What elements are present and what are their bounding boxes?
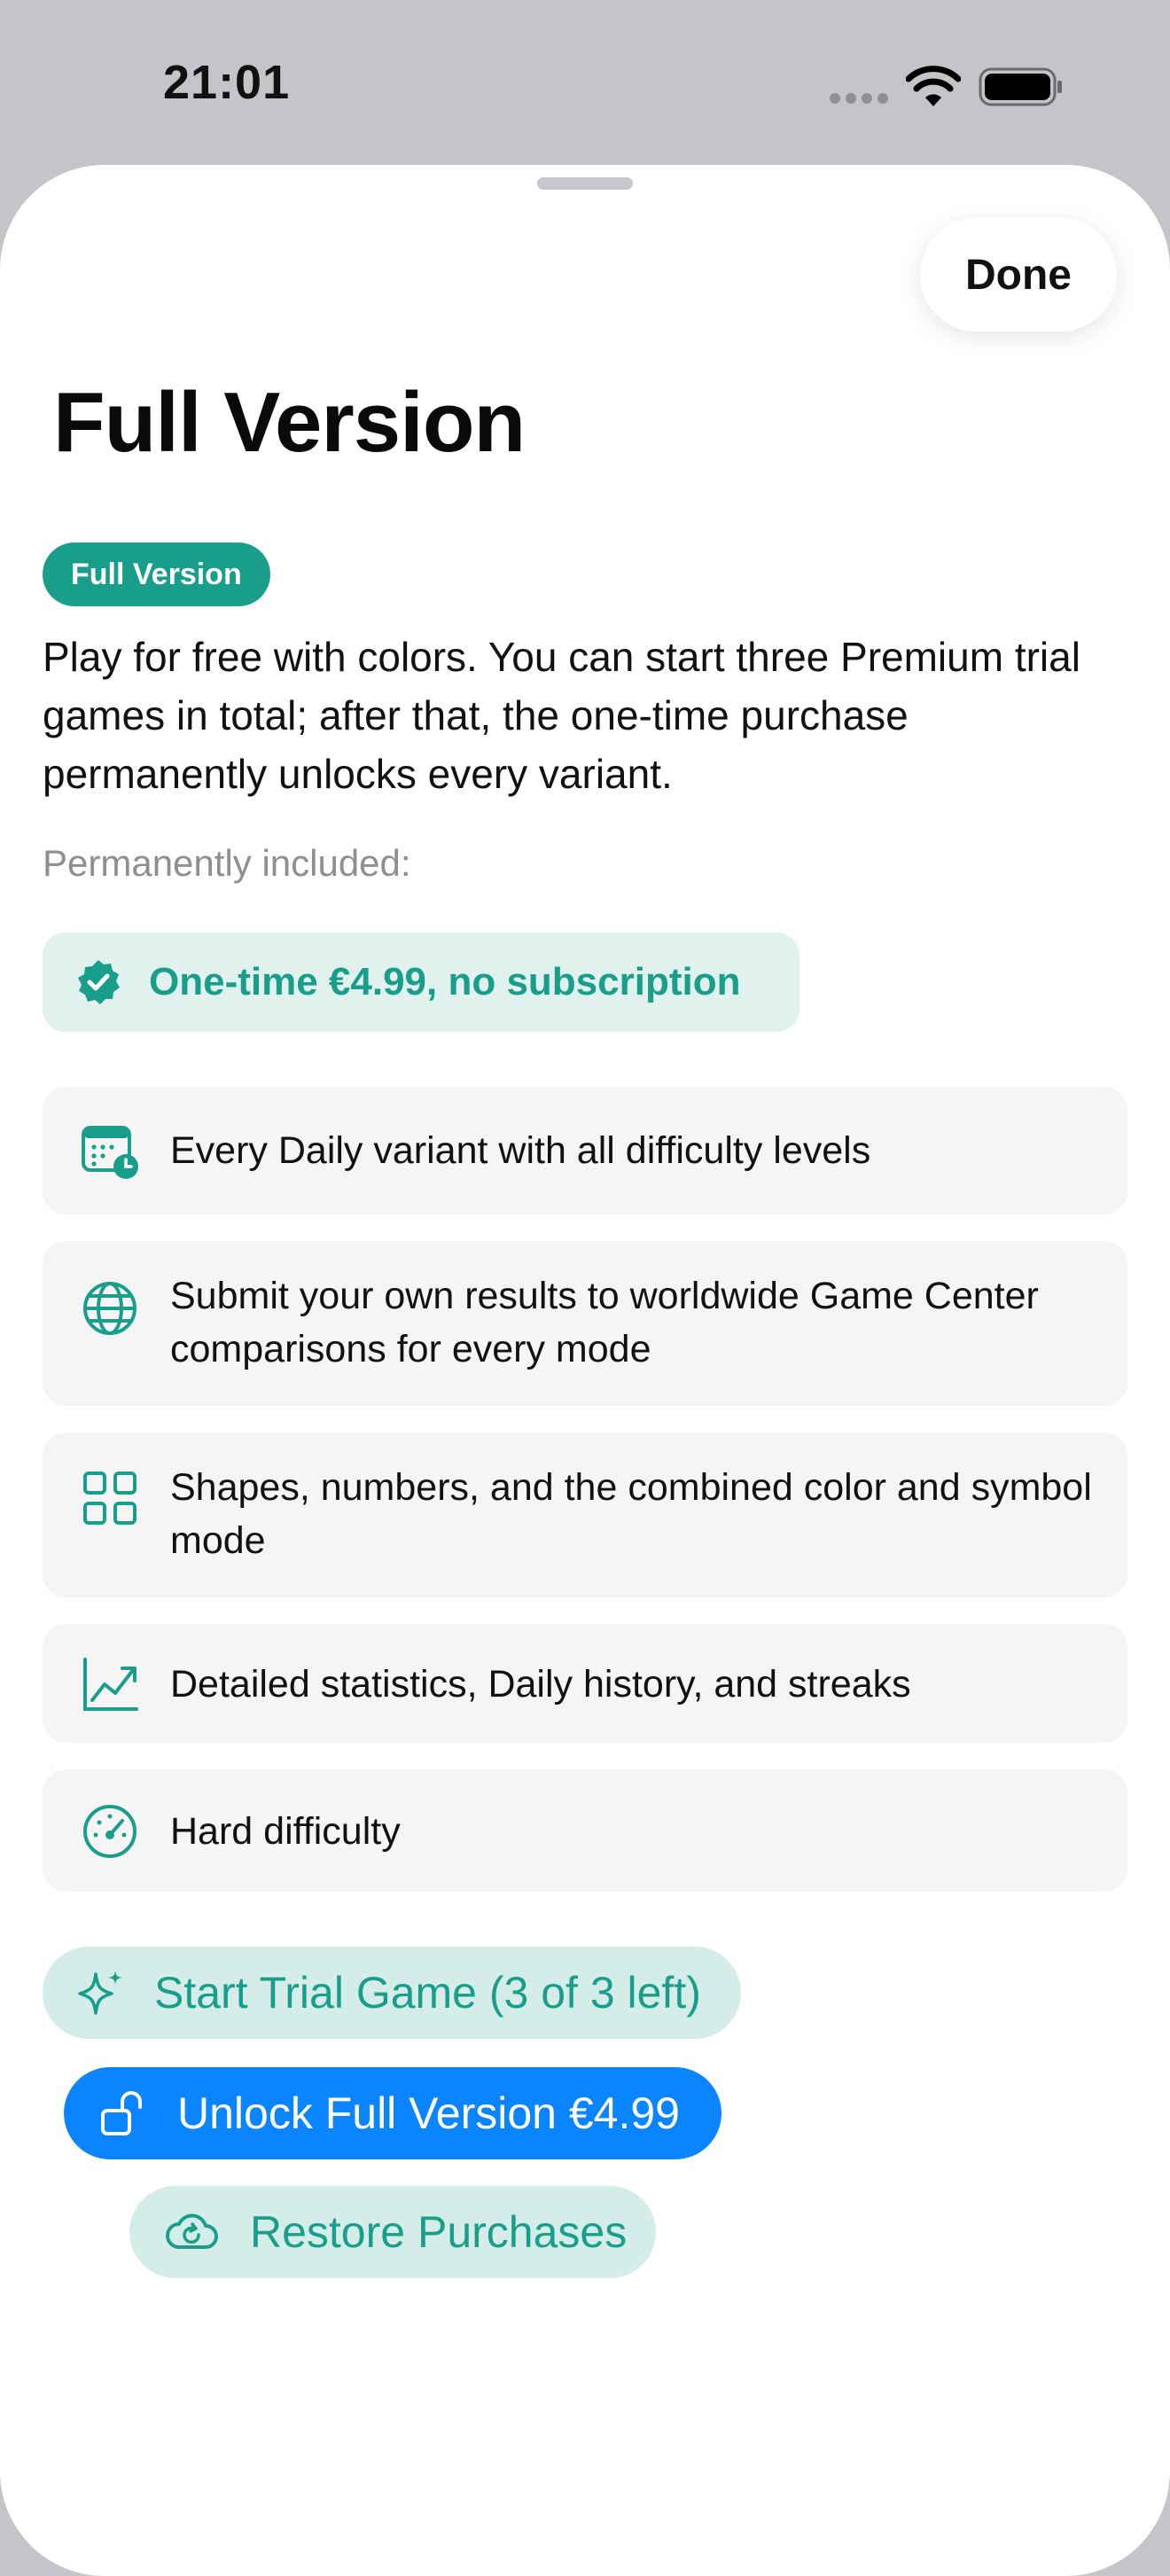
feature-text: Hard difficulty xyxy=(170,1810,401,1853)
checkmark-seal-icon xyxy=(78,960,120,1004)
included-label: Permanently included: xyxy=(43,842,411,884)
cloud-restore-icon xyxy=(166,2213,218,2249)
cellular-dots-icon xyxy=(830,93,888,104)
status-time: 21:01 xyxy=(163,56,291,109)
price-chip: One-time €4.99, no subscription xyxy=(43,933,800,1032)
calendar-clock-icon xyxy=(82,1126,138,1179)
lock-open-icon xyxy=(101,2091,142,2135)
page-title: Full Version xyxy=(53,375,526,470)
feature-row-modes: Shapes, numbers, and the combined color … xyxy=(43,1432,1127,1597)
price-chip-label: One-time €4.99, no subscription xyxy=(149,960,741,1003)
wifi-icon xyxy=(906,66,961,106)
start-trial-button[interactable]: Start Trial Game (3 of 3 left) xyxy=(43,1947,741,2039)
feature-text: Shapes, numbers, and the combined color … xyxy=(170,1466,1092,1562)
grid-icon xyxy=(83,1471,136,1525)
unlock-label: Unlock Full Version €4.99 xyxy=(177,2088,680,2138)
battery-icon xyxy=(979,67,1062,106)
purchase-sheet: Done Full Version Full Version Play for … xyxy=(0,165,1170,2576)
feature-text: Submit your own results to worldwide Gam… xyxy=(170,1275,1039,1370)
feature-text: Every Daily variant with all difficulty … xyxy=(170,1129,871,1172)
feature-row-hard: Hard difficulty xyxy=(43,1769,1127,1892)
unlock-full-version-button[interactable]: Unlock Full Version €4.99 xyxy=(64,2067,722,2159)
globe-icon xyxy=(83,1282,136,1335)
status-badge: Full Version xyxy=(43,543,270,606)
chart-line-icon xyxy=(83,1658,138,1711)
feature-text: Detailed statistics, Daily history, and … xyxy=(170,1663,911,1706)
description-text: Play for free with colors. You can start… xyxy=(43,634,1080,797)
status-bar: 21:01 xyxy=(0,0,1170,165)
feature-row-game-center: Submit your own results to worldwide Gam… xyxy=(43,1241,1127,1406)
feature-row-statistics: Detailed statistics, Daily history, and … xyxy=(43,1624,1127,1743)
done-button[interactable]: Done xyxy=(920,218,1117,332)
restore-purchases-button[interactable]: Restore Purchases xyxy=(129,2186,656,2278)
start-trial-label: Start Trial Game (3 of 3 left) xyxy=(154,1968,701,2018)
feature-row-daily: Every Daily variant with all difficulty … xyxy=(43,1087,1127,1214)
gauge-icon xyxy=(83,1805,136,1858)
sheet-grabber[interactable] xyxy=(537,177,633,190)
sparkles-icon xyxy=(78,1971,122,2015)
restore-label: Restore Purchases xyxy=(250,2207,628,2257)
